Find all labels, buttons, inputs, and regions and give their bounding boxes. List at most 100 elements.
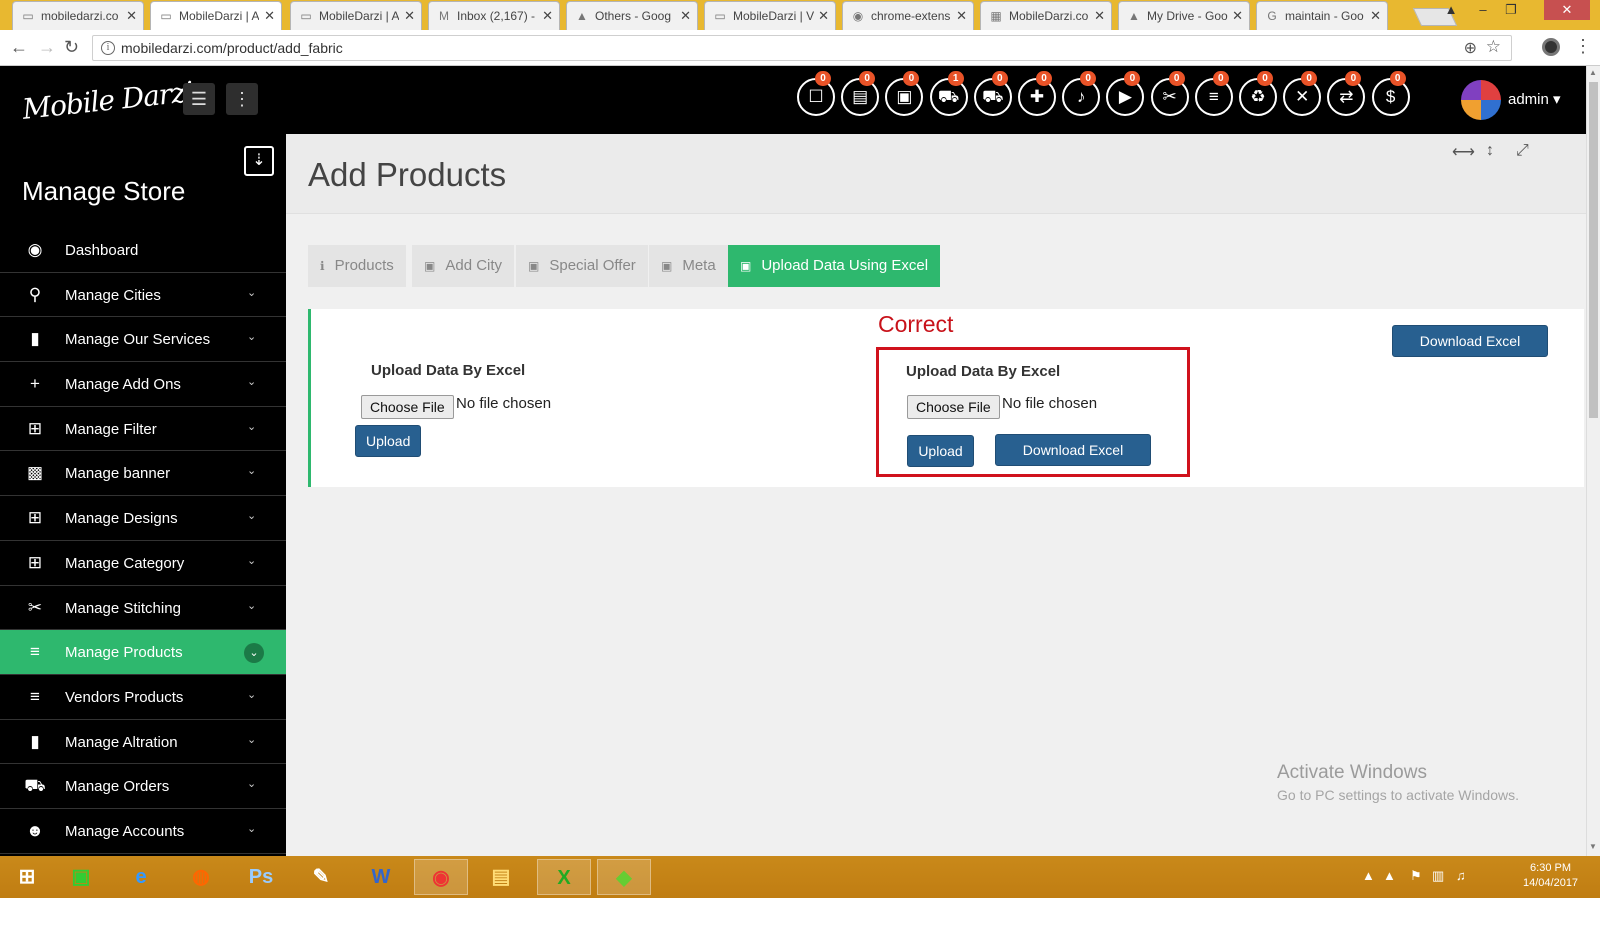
sidebar-item-manage-products[interactable]: ≡ Manage Products ⌄ xyxy=(0,630,286,675)
avatar[interactable] xyxy=(1461,80,1501,120)
chevron-down-icon[interactable]: ⌄ xyxy=(247,822,256,835)
file-explorer-icon[interactable]: ▤ xyxy=(474,859,528,895)
sidebar-item-manage-orders[interactable]: ⛟ Manage Orders ⌄ xyxy=(0,764,286,809)
sketchup-icon[interactable]: ◆ xyxy=(597,859,651,895)
info-icon[interactable]: i xyxy=(101,41,115,55)
scroll-up-icon[interactable]: ▲ xyxy=(1589,68,1597,77)
chevron-down-icon[interactable]: ⌄ xyxy=(247,733,256,746)
tab-close-icon[interactable]: ✕ xyxy=(542,2,553,30)
left-upload-button[interactable]: Upload xyxy=(355,425,421,457)
url-text[interactable]: mobiledarzi.com/product/add_fabric xyxy=(121,40,343,56)
exchange-icon[interactable]: ⇄ 0 xyxy=(1327,71,1366,116)
sidebar-item-manage-filter[interactable]: ⊞ Manage Filter ⌄ xyxy=(0,407,286,452)
database-icon[interactable]: ≡ 0 xyxy=(1194,71,1233,116)
expand-horizontal-icon[interactable]: ⟷ xyxy=(1452,142,1475,162)
tab-close-icon[interactable]: ✕ xyxy=(126,2,137,30)
excel-icon[interactable]: X xyxy=(537,859,591,895)
chevron-down-icon[interactable]: ⌄ xyxy=(247,464,256,477)
volume-icon[interactable]: ♫ xyxy=(1456,868,1466,883)
tab-meta[interactable]: ▣ Meta xyxy=(649,245,728,287)
store-icon[interactable]: ▣ xyxy=(54,859,108,895)
browser-tab[interactable]: M Inbox (2,167) - ✕ xyxy=(428,1,560,30)
recycle-icon[interactable]: ♻ 0 xyxy=(1239,71,1277,116)
sidebar-item-manage-designs[interactable]: ⊞ Manage Designs ⌄ xyxy=(0,496,286,541)
tray-expand-icon[interactable]: ▲ xyxy=(1362,868,1375,883)
internet-explorer-icon[interactable]: e xyxy=(114,859,168,895)
left-choose-file-button[interactable]: Choose File xyxy=(361,395,454,419)
sidebar-item-vendors-products[interactable]: ≡ Vendors Products ⌄ xyxy=(0,675,286,720)
sidebar-item-manage-accounts[interactable]: ☻ Manage Accounts ⌄ xyxy=(0,809,286,854)
bookmark-star-icon[interactable]: ☆ xyxy=(1486,37,1501,57)
minimize-button[interactable]: – xyxy=(1468,0,1498,20)
fullscreen-icon[interactable]: ⤢ xyxy=(1516,142,1529,160)
tab-close-icon[interactable]: ✕ xyxy=(1232,2,1243,30)
expand-vertical-icon[interactable]: ↕ xyxy=(1486,142,1494,160)
tab-close-icon[interactable]: ✕ xyxy=(818,2,829,30)
chevron-down-icon[interactable]: ⌄ xyxy=(247,509,256,522)
gift-icon[interactable]: ✚ 0 xyxy=(1018,71,1056,116)
clock[interactable]: 6:30 PM 14/04/2017 xyxy=(1523,861,1578,891)
user-icon[interactable]: ▲ xyxy=(1436,0,1466,20)
times-icon[interactable]: ✕ 0 xyxy=(1283,71,1322,116)
sidebar-item-manage-category[interactable]: ⊞ Manage Category ⌄ xyxy=(0,541,286,586)
restore-button[interactable]: ❐ xyxy=(1496,0,1526,20)
truck-icon[interactable]: ▶ 0 xyxy=(1106,71,1145,116)
chevron-down-icon[interactable]: ⌄ xyxy=(247,375,256,388)
sidebar-toggle-icon[interactable]: ⇣ xyxy=(244,146,274,176)
logo[interactable]: Mobile Darzi xyxy=(21,75,195,126)
chevron-down-icon[interactable]: ⌄ xyxy=(247,777,256,790)
tab-upload-data-using-excel[interactable]: ▣ Upload Data Using Excel xyxy=(728,245,941,287)
scrollbar-thumb[interactable] xyxy=(1589,82,1598,418)
chevron-down-icon[interactable]: ⌄ xyxy=(247,599,256,612)
tab-close-icon[interactable]: ✕ xyxy=(264,2,275,30)
sidebar-item-manage-add-ons[interactable]: + Manage Add Ons ⌄ xyxy=(0,362,286,407)
sidebar-item-manage-our-services[interactable]: ▮ Manage Our Services ⌄ xyxy=(0,317,286,363)
browser-tab[interactable]: ▭ MobileDarzi | A ✕ xyxy=(290,1,422,30)
sidebar-item-manage-cities[interactable]: ⚲ Manage Cities ⌄ xyxy=(0,273,286,318)
scroll-down-icon[interactable]: ▼ xyxy=(1589,842,1597,851)
money-icon[interactable]: $0 xyxy=(1371,71,1410,116)
admin-dropdown[interactable]: admin ▾ xyxy=(1508,90,1561,108)
address-card-icon[interactable]: ▣ 0 xyxy=(885,71,924,116)
tab-close-icon[interactable]: ✕ xyxy=(680,2,691,30)
url-field[interactable]: i mobiledarzi.com/product/add_fabric ⊕ ☆ xyxy=(92,35,1512,61)
network-icon[interactable]: ▥ xyxy=(1432,868,1444,884)
browser-tab[interactable]: ▲ Others - Goog ✕ xyxy=(566,1,698,30)
paint-icon[interactable]: ✎ xyxy=(294,859,348,895)
forward-icon[interactable]: → xyxy=(38,38,56,56)
browser-tab[interactable]: ▲ My Drive - Goo ✕ xyxy=(1118,1,1250,30)
chevron-down-icon[interactable]: ⌄ xyxy=(247,554,256,567)
download-excel-sheet-button[interactable]: Download Excel Sheet xyxy=(1392,325,1548,379)
chrome-menu-icon[interactable]: ⋮ xyxy=(1574,36,1592,57)
browser-tab[interactable]: ▦ MobileDarzi.co ✕ xyxy=(980,1,1112,30)
sidebar-item-manage-altration[interactable]: ▮ Manage Altration ⌄ xyxy=(0,720,286,765)
extension-icon[interactable] xyxy=(1542,38,1560,56)
browser-tab[interactable]: ▭ MobileDarzi | V ✕ xyxy=(704,1,836,30)
more-options-button[interactable]: ⋮ xyxy=(226,83,258,115)
tab-special-offer[interactable]: ▣ Special Offer xyxy=(516,245,648,287)
word-icon[interactable]: W xyxy=(354,859,408,895)
chevron-down-icon[interactable]: ⌄ xyxy=(247,330,256,343)
tab-close-icon[interactable]: ✕ xyxy=(1094,2,1105,30)
tab-close-icon[interactable]: ✕ xyxy=(956,2,967,30)
chevron-down-icon[interactable]: ⌄ xyxy=(247,420,256,433)
reload-icon[interactable]: ↻ xyxy=(64,38,79,56)
tab-add-city[interactable]: ▣ Add City xyxy=(412,245,515,287)
browser-tab[interactable]: ◉ chrome-extens ✕ xyxy=(842,1,974,30)
vertical-scrollbar[interactable]: ▲ ▼ xyxy=(1586,66,1600,856)
hamburger-menu-button[interactable]: ☰ xyxy=(183,83,215,115)
chevron-down-icon[interactable]: ⌄ xyxy=(247,286,256,299)
sidebar-item-dashboard[interactable]: ◉ Dashboard xyxy=(0,228,286,273)
bell-icon[interactable]: ♪ 0 xyxy=(1062,71,1101,116)
tab-close-icon[interactable]: ✕ xyxy=(404,2,415,30)
tab-products[interactable]: ℹ Products xyxy=(308,245,406,287)
tray-app-icon[interactable]: ▲ xyxy=(1383,868,1396,883)
start-icon[interactable]: ⊞ xyxy=(0,859,54,895)
browser-tab[interactable]: ▭ mobiledarzi.co ✕ xyxy=(12,1,144,30)
browser-tab[interactable]: Gmaintain - Goo ✕ xyxy=(1256,1,1388,30)
id-card-icon[interactable]: ▤ 0 xyxy=(841,71,880,116)
tab-close-icon[interactable]: ✕ xyxy=(1370,2,1381,30)
browser-tab[interactable]: ▭ MobileDarzi | A ✕ xyxy=(150,1,282,30)
cart-icon[interactable]: ⛟ 1 xyxy=(929,71,968,116)
zoom-icon[interactable]: ⊕ xyxy=(1464,38,1477,58)
